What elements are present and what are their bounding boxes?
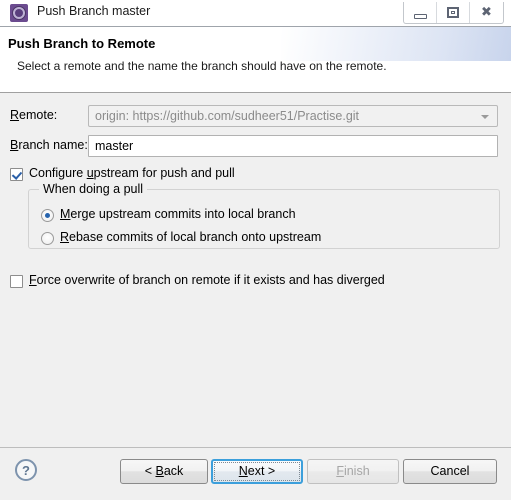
group-title: When doing a pull (39, 182, 148, 196)
branch-name-input[interactable]: master (88, 135, 498, 157)
radio-selected-icon (41, 209, 54, 222)
remote-combo[interactable]: origin: https://github.com/sudheer51/Pra… (88, 105, 498, 127)
checkbox-checked-icon (10, 168, 23, 181)
checkbox-unchecked-icon (10, 275, 23, 288)
close-icon: ✖ (481, 5, 492, 20)
radio-merge-label: Merge upstream commits into local branch (60, 207, 296, 221)
finish-button: Finish (307, 459, 399, 484)
title-bar: Push Branch master ✖ (0, 0, 511, 27)
restore-button[interactable] (437, 2, 470, 23)
configure-upstream-label: Configure upstream for push and pull (29, 166, 235, 180)
radio-unselected-icon (41, 232, 54, 245)
header-gradient (281, 27, 511, 61)
dialog-footer: ? < Back Next > Finish Cancel (0, 447, 511, 500)
cancel-button[interactable]: Cancel (403, 459, 497, 484)
remote-label: Remote: (10, 108, 58, 122)
window-title: Push Branch master (37, 4, 151, 18)
dialog-body: Remote: origin: https://github.com/sudhe… (0, 93, 511, 447)
when-doing-a-pull-group: When doing a pull Merge upstream commits… (28, 182, 500, 249)
push-branch-dialog: Push Branch master ✖ Push Branch to Remo… (0, 0, 511, 500)
remote-combo-value: origin: https://github.com/sudheer51/Pra… (95, 109, 360, 123)
page-description: Select a remote and the name the branch … (17, 59, 387, 73)
dialog-header: Push Branch to Remote Select a remote an… (0, 27, 511, 93)
restore-icon (447, 7, 459, 18)
back-button[interactable]: < Back (120, 459, 208, 484)
eclipse-gear-icon (10, 4, 28, 22)
focus-ring (214, 462, 300, 481)
minimize-icon (414, 14, 427, 19)
radio-rebase-label: Rebase commits of local branch onto upst… (60, 230, 322, 244)
page-title: Push Branch to Remote (8, 36, 156, 51)
next-button[interactable]: Next > (211, 459, 303, 484)
help-icon[interactable]: ? (15, 459, 37, 481)
branch-name-value: master (95, 139, 134, 153)
close-button[interactable]: ✖ (470, 2, 503, 23)
force-overwrite-label: Force overwrite of branch on remote if i… (29, 273, 385, 287)
window-controls: ✖ (403, 2, 504, 24)
chevron-down-icon (481, 115, 489, 119)
branch-name-label: Branch name: (10, 138, 88, 152)
minimize-button[interactable] (404, 2, 437, 23)
